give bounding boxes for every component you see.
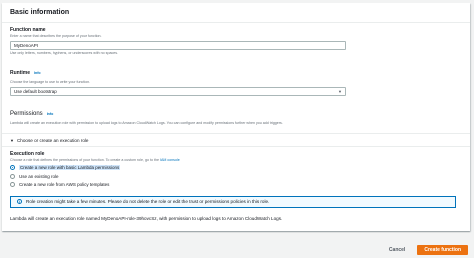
runtime-label: Runtime bbox=[10, 70, 30, 76]
permissions-title: Permissions bbox=[10, 111, 43, 117]
permissions-header: Permissions Info bbox=[10, 102, 460, 120]
execution-role-description: Choose a role that defines the permissio… bbox=[10, 158, 180, 162]
info-alert: i Role creation might take a few minutes… bbox=[10, 195, 456, 208]
runtime-select[interactable]: Use default bootstrap ▼ bbox=[10, 87, 346, 96]
card-header: Basic information bbox=[2, 3, 470, 23]
radio-unchecked[interactable] bbox=[10, 173, 15, 179]
function-name-label: Function name bbox=[10, 27, 46, 33]
alert-text: Role creation might take a few minutes. … bbox=[26, 199, 270, 204]
role-option-existing[interactable]: Use an existing role bbox=[10, 173, 460, 179]
execution-role-field: Execution role Choose a role that define… bbox=[10, 151, 460, 188]
permissions-description: Lambda will create an execution role wit… bbox=[10, 121, 283, 125]
execution-role-expander[interactable]: ▼ Choose or create an execution role bbox=[2, 133, 470, 147]
runtime-description: Choose the language to use to write your… bbox=[10, 80, 91, 84]
caret-down-icon: ▼ bbox=[10, 137, 14, 143]
form-footer: Cancel Create function bbox=[389, 245, 468, 255]
permissions-section: Permissions Info Lambda will create an ex… bbox=[2, 102, 470, 147]
role-option-new-basic[interactable]: Create a new role with basic Lambda perm… bbox=[10, 165, 460, 171]
permissions-info-link[interactable]: Info bbox=[47, 112, 54, 116]
role-option-policy-templates[interactable]: Create a new role from AWS policy templa… bbox=[10, 182, 460, 188]
role-footnote: Lambda will create an execution role nam… bbox=[10, 215, 283, 221]
function-name-field: Function name Enter a name that describe… bbox=[10, 27, 460, 55]
expander-label: Choose or create an execution role bbox=[16, 137, 89, 143]
create-function-button[interactable]: Create function bbox=[417, 245, 468, 255]
execution-role-label: Execution role bbox=[10, 151, 45, 157]
radio-checked[interactable] bbox=[10, 165, 15, 170]
runtime-info-link[interactable]: Info bbox=[34, 71, 41, 75]
role-option-label: Create a new role from AWS policy templa… bbox=[19, 182, 110, 187]
info-icon: i bbox=[17, 199, 22, 204]
function-name-value: MyDenoAPI bbox=[14, 43, 39, 48]
function-name-hint: Use only letters, numbers, hyphens, or u… bbox=[10, 51, 119, 55]
function-name-description: Enter a name that describes the purpose … bbox=[10, 34, 102, 38]
iam-console-link[interactable]: IAM console bbox=[160, 158, 180, 162]
role-option-label: Use an existing role bbox=[19, 173, 59, 179]
runtime-label-row: Runtime Info bbox=[10, 61, 460, 79]
caret-down-icon: ▼ bbox=[338, 89, 342, 94]
radio-unchecked[interactable] bbox=[10, 182, 15, 187]
runtime-value: Use default bootstrap bbox=[14, 89, 57, 94]
function-name-input[interactable]: MyDenoAPI bbox=[10, 41, 346, 50]
card-content: Function name Enter a name that describe… bbox=[2, 27, 470, 221]
cancel-button[interactable]: Cancel bbox=[389, 247, 405, 253]
runtime-field: Runtime Info Choose the language to use t… bbox=[10, 61, 460, 96]
role-option-label: Create a new role with basic Lambda perm… bbox=[19, 165, 121, 170]
card-title: Basic information bbox=[10, 9, 70, 16]
basic-information-card: Basic information Function name Enter a … bbox=[2, 3, 470, 231]
